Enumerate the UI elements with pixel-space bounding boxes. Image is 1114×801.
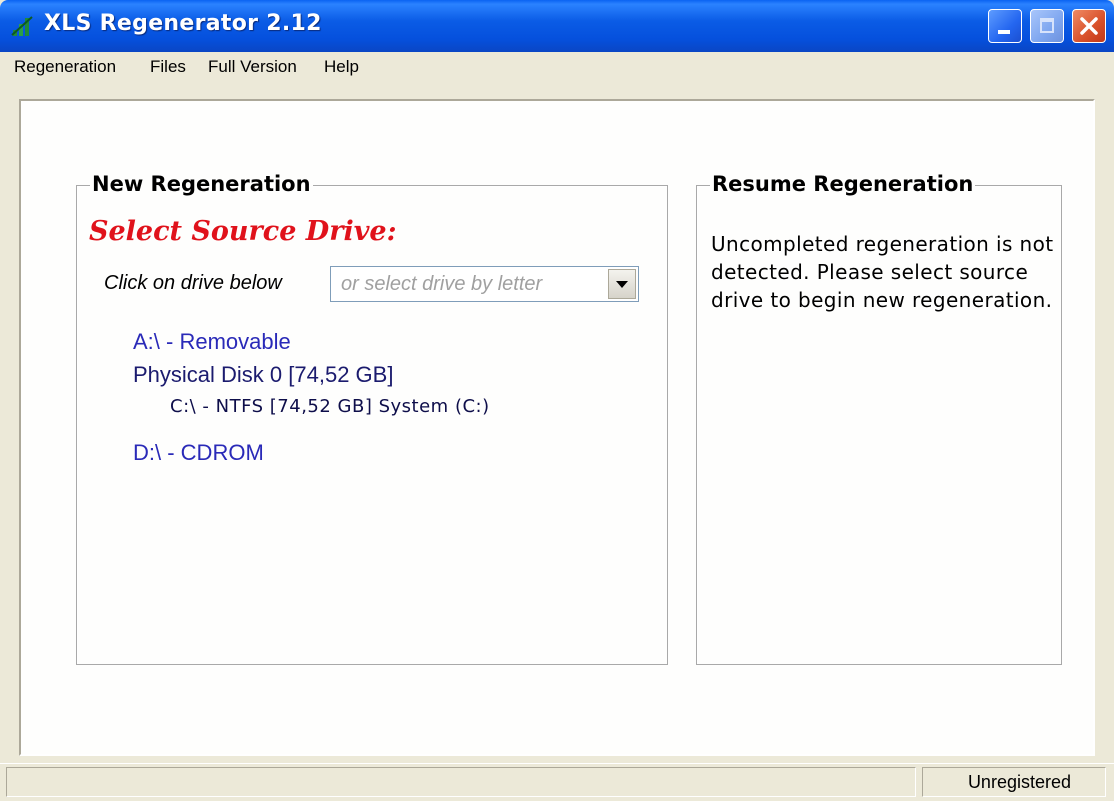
select-source-heading: Select Source Drive:: [89, 216, 397, 247]
client-area: New Regeneration Select Source Drive: Cl…: [6, 84, 1108, 763]
status-bar: Unregistered: [0, 763, 1114, 801]
menu-bar: Regeneration Files Full Version Help: [0, 52, 1114, 84]
menu-files[interactable]: Files: [150, 57, 186, 77]
status-main-cell: [6, 767, 916, 797]
app-icon: [11, 16, 33, 36]
dropdown-button[interactable]: [608, 269, 636, 299]
drive-d-link[interactable]: D:\ - CDROM: [133, 440, 264, 466]
resume-regeneration-title: Resume Regeneration: [710, 172, 976, 196]
minimize-button[interactable]: [988, 9, 1022, 43]
chevron-down-icon: [616, 281, 628, 288]
maximize-button[interactable]: [1030, 9, 1064, 43]
minimize-icon: [998, 30, 1010, 34]
status-registration-cell: Unregistered: [922, 767, 1106, 797]
drive-letter-placeholder: or select drive by letter: [341, 273, 543, 295]
new-regeneration-group: New Regeneration Select Source Drive: Cl…: [76, 172, 668, 665]
menu-help[interactable]: Help: [324, 57, 359, 77]
window-title: XLS Regenerator 2.12: [44, 11, 322, 36]
main-panel: New Regeneration Select Source Drive: Cl…: [19, 99, 1095, 756]
title-bar[interactable]: XLS Regenerator 2.12: [0, 0, 1114, 52]
resume-regeneration-group: Resume Regeneration Uncompleted regenera…: [696, 172, 1062, 665]
click-drive-label: Click on drive below: [104, 272, 282, 294]
resume-message: Uncompleted regeneration is not detected…: [711, 232, 1054, 312]
maximize-icon: [1040, 18, 1054, 33]
drive-c-link[interactable]: C:\ - NTFS [74,52 GB] System (C:): [170, 396, 490, 417]
close-button[interactable]: [1072, 9, 1106, 43]
menu-full-version[interactable]: Full Version: [208, 57, 297, 77]
new-regeneration-title: New Regeneration: [90, 172, 313, 196]
registration-status: Unregistered: [967, 772, 1071, 792]
drive-letter-select[interactable]: or select drive by letter: [330, 266, 639, 302]
menu-regeneration[interactable]: Regeneration: [14, 57, 116, 77]
drive-a-link[interactable]: A:\ - Removable: [133, 329, 291, 355]
physical-disk-0[interactable]: Physical Disk 0 [74,52 GB]: [133, 362, 393, 388]
close-icon: [1080, 17, 1098, 35]
